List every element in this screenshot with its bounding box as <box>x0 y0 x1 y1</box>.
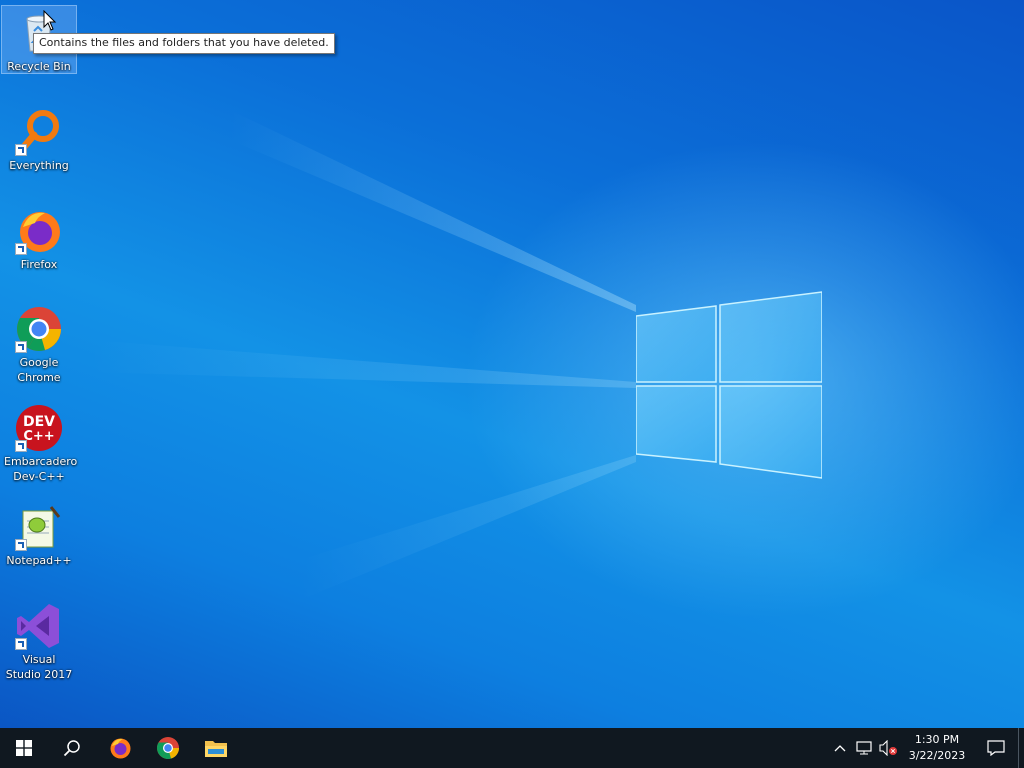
search-icon <box>63 740 80 757</box>
desktop-icon-label: Visual Studio 2017 <box>5 653 73 681</box>
desktop-icon-label: Everything <box>9 159 69 172</box>
notepad-plus-plus-icon <box>15 503 63 551</box>
desktop-icon-label: Google Chrome <box>17 356 61 384</box>
desktop-icon-label: Firefox <box>20 258 58 271</box>
clock-time: 1:30 PM <box>914 733 960 746</box>
system-tray: 1:30 PM 3/22/2023 <box>828 728 1024 768</box>
firefox-icon <box>110 738 131 759</box>
desktop-icon-visual-studio[interactable]: Visual Studio 2017 <box>2 599 76 682</box>
chrome-icon <box>15 305 63 353</box>
clock-date: 3/22/2023 <box>908 749 966 762</box>
wallpaper-light-beams <box>90 110 636 600</box>
recycle-bin-tooltip: Contains the files and folders that you … <box>33 33 335 54</box>
desktop-icon-label: Recycle Bin <box>7 60 71 73</box>
desktop-icon-chrome[interactable]: Google Chrome <box>2 302 76 385</box>
windows-start-icon <box>16 740 32 756</box>
svg-text:C++: C++ <box>23 429 54 444</box>
network-button[interactable] <box>852 728 876 768</box>
shortcut-arrow-icon <box>15 243 27 255</box>
chrome-icon <box>157 737 179 759</box>
chevron-up-icon <box>834 745 846 752</box>
show-desktop-button[interactable] <box>1018 728 1024 768</box>
taskbar-chrome-button[interactable] <box>144 728 192 768</box>
start-button[interactable] <box>0 728 48 768</box>
desktop-icon-label: Embarcadero Dev-C++ <box>4 455 78 483</box>
desktop-icon-notepad-plus-plus[interactable]: Notepad++ <box>2 500 76 568</box>
shortcut-arrow-icon <box>15 539 27 551</box>
shortcut-arrow-icon <box>15 638 27 650</box>
file-explorer-icon <box>205 741 227 757</box>
show-hidden-icons-button[interactable] <box>828 728 852 768</box>
desktop-icon-label: Notepad++ <box>6 554 72 567</box>
firefox-icon <box>15 207 63 255</box>
mouse-cursor-icon <box>43 10 57 31</box>
shortcut-arrow-icon <box>15 144 27 156</box>
dev-cpp-icon: DEV C++ <box>15 404 63 452</box>
volume-muted-icon <box>879 740 897 756</box>
taskbar-file-explorer-button[interactable] <box>192 728 240 768</box>
shortcut-arrow-icon <box>15 341 27 353</box>
action-center-button[interactable] <box>974 728 1018 768</box>
windows-logo-wallpaper <box>636 291 822 479</box>
network-icon <box>856 741 872 755</box>
everything-search-icon <box>15 108 63 156</box>
visual-studio-icon <box>15 602 63 650</box>
svg-text:DEV: DEV <box>23 414 55 430</box>
taskbar-clock[interactable]: 1:30 PM 3/22/2023 <box>900 732 974 764</box>
shortcut-arrow-icon <box>15 440 27 452</box>
taskbar: 1:30 PM 3/22/2023 <box>0 728 1024 768</box>
taskbar-firefox-button[interactable] <box>96 728 144 768</box>
desktop-icon-dev-cpp[interactable]: DEV C++ Embarcadero Dev-C++ <box>2 401 78 484</box>
search-button[interactable] <box>48 728 96 768</box>
action-center-icon <box>987 740 1005 756</box>
desktop-icon-everything[interactable]: Everything <box>2 105 76 173</box>
desktop-icon-firefox[interactable]: Firefox <box>2 204 76 272</box>
volume-button[interactable] <box>876 728 900 768</box>
